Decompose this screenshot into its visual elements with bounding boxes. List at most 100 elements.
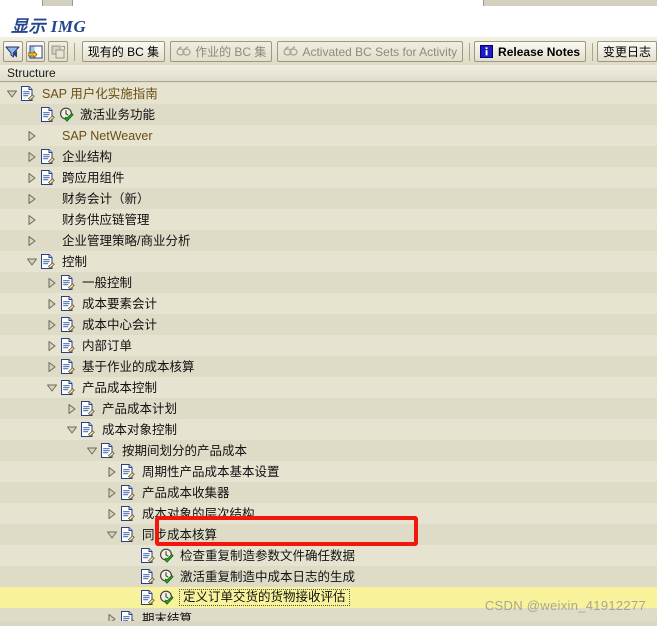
tree-row-list: SAP 用户化实施指南激活业务功能 SAP NetWeaver 企业结构跨应用组件财… [0,83,657,626]
tree-row-label: 财务供应链管理 [62,212,150,227]
twisty-placeholder [126,545,139,566]
collapse-triangle-icon[interactable] [66,419,79,440]
existing-bc-sets-label: 现有的 BC 集 [87,44,160,59]
twisty-placeholder [126,587,139,608]
job-bc-sets-label: 作业的 BC 集 [195,44,267,59]
collapse-triangle-icon[interactable] [26,251,39,272]
tree-row-label: 跨应用组件 [62,170,125,185]
document-icon [79,398,98,419]
expand-triangle-icon[interactable] [26,188,39,209]
expand-triangle-icon[interactable] [26,230,39,251]
tree-row[interactable]: SAP 用户化实施指南 [0,83,657,104]
collapse-triangle-icon[interactable] [6,83,19,104]
expand-triangle-icon[interactable] [106,482,119,503]
expand-triangle-icon[interactable] [46,272,59,293]
expand-triangle-icon[interactable] [106,503,119,524]
document-icon [59,335,78,356]
expand-triangle-icon[interactable] [46,314,59,335]
tree-row[interactable]: 激活重复制造中成本日志的生成 [0,566,657,587]
tree-row[interactable]: 成本要素会计 [0,293,657,314]
tree-row-label: 周期性产品成本基本设置 [142,464,280,479]
tree-row[interactable]: 企业管理策略/商业分析 [0,230,657,251]
tree-row-label: 成本对象控制 [102,422,178,437]
tree-row[interactable]: 内部订单 [0,335,657,356]
document-icon [39,104,58,125]
expand-triangle-icon[interactable] [106,461,119,482]
existing-bc-sets-button[interactable]: 现有的 BC 集 [81,41,166,62]
change-log-button[interactable]: 变更日志 [596,41,657,62]
document-icon-placeholder [39,209,58,230]
tree-row[interactable]: 财务会计（新） [0,188,657,209]
img-activity-clock-icon[interactable] [158,587,176,608]
tree-row-label: 一般控制 [82,275,133,290]
img-activity-clock-icon[interactable] [158,545,176,566]
tree-row-label: 激活重复制造中成本日志的生成 [180,569,356,584]
tree-row[interactable]: 基于作业的成本核算 [0,356,657,377]
img-activity-clock-icon[interactable] [58,104,76,125]
tree-row[interactable]: 企业结构 [0,146,657,167]
bc-link-icon [176,46,191,57]
tree-row-label: 企业结构 [62,149,113,164]
filter-button[interactable] [3,41,23,62]
funnel-icon [5,45,20,59]
release-notes-button[interactable]: Release Notes [474,41,587,62]
tree-row[interactable]: 产品成本收集器 [0,482,657,503]
detail-window-button[interactable] [25,41,46,62]
tree-row-label: 产品成本收集器 [142,485,230,500]
tree-row[interactable]: 成本中心会计 [0,314,657,335]
collapse-triangle-icon[interactable] [106,524,119,545]
page-title: 显示 IMG [11,17,87,36]
tree-row[interactable]: 跨应用组件 [0,167,657,188]
activated-bc-sets-label: Activated BC Sets for Activity [302,44,458,59]
document-icon [119,482,138,503]
document-icon [39,251,58,272]
document-icon-placeholder [39,230,58,251]
document-icon [59,356,78,377]
tree-row[interactable]: SAP NetWeaver [0,125,657,146]
expand-triangle-icon[interactable] [26,146,39,167]
img-activity-clock-icon[interactable] [158,566,176,587]
tree-row[interactable]: 同步成本核算 [0,524,657,545]
tree-row-label: 定义订单交货的货物接收评估 [179,589,350,606]
document-icon [59,377,78,398]
document-icon [59,272,78,293]
expand-triangle-icon[interactable] [46,356,59,377]
expand-triangle-icon[interactable] [26,209,39,230]
tree-row-label: 财务会计（新） [62,191,150,206]
tree-row[interactable]: 周期性产品成本基本设置 [0,461,657,482]
tree-row[interactable]: 成本对象的层次结构 [0,503,657,524]
job-bc-sets-button: 作业的 BC 集 [170,41,273,62]
document-icon [119,524,138,545]
document-icon [139,587,158,608]
tree-row[interactable]: 成本对象控制 [0,419,657,440]
activated-bc-sets-button: Activated BC Sets for Activity [277,41,464,62]
tree-row[interactable]: 一般控制 [0,272,657,293]
tree-row[interactable]: 控制 [0,251,657,272]
twisty-placeholder [126,566,139,587]
document-icon [139,545,158,566]
expand-triangle-icon[interactable] [66,398,79,419]
document-icon [119,461,138,482]
tree-row[interactable]: 产品成本控制 [0,377,657,398]
toolbar: 现有的 BC 集 作业的 BC 集 Activated BC Sets for … [0,36,657,67]
expand-triangle-icon[interactable] [26,167,39,188]
watermark-text: CSDN @weixin_41912277 [484,598,646,613]
sap-img-window: 显示 IMG 现有的 BC 集 作业的 BC 集 Activated BC Se… [0,0,657,626]
tree-row-label: 产品成本控制 [82,380,158,395]
tree-row[interactable]: 检查重复制造参数文件确任数据 [0,545,657,566]
tree-row-label: 产品成本计划 [102,401,178,416]
tree-row-label: 企业管理策略/商业分析 [62,233,191,248]
collapse-triangle-icon[interactable] [46,377,59,398]
expand-triangle-icon[interactable] [46,335,59,356]
info-icon [480,45,494,58]
change-log-label: 变更日志 [602,44,651,59]
tree-row[interactable]: 产品成本计划 [0,398,657,419]
tree-row[interactable]: 财务供应链管理 [0,209,657,230]
expand-triangle-icon[interactable] [46,293,59,314]
tree-row[interactable]: 激活业务功能 [0,104,657,125]
expand-triangle-icon[interactable] [26,125,39,146]
collapse-triangle-icon[interactable] [86,440,99,461]
toolbar-separator-1 [73,42,75,61]
tree-row[interactable]: 按期间划分的产品成本 [0,440,657,461]
tree-row-label: SAP 用户化实施指南 [42,86,158,101]
